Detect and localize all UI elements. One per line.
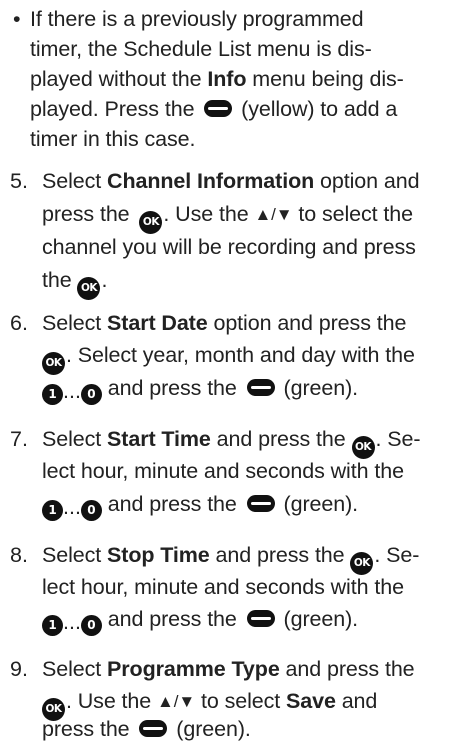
step9-line-3: press the (green).: [42, 717, 251, 741]
step5-line-4: the OK.: [42, 265, 107, 300]
green-button-icon: [246, 610, 275, 627]
step-number: 8.: [10, 543, 28, 567]
step-number: 6.: [10, 311, 28, 335]
note-line-3: played without the Info menu being dis-: [30, 67, 404, 91]
up-down-arrow-icon: ▲/▼: [157, 692, 196, 711]
number-1-button-icon: 1: [42, 500, 63, 521]
step6-line-1: Select Start Date option and press the: [42, 311, 407, 335]
note-line-4: played. Press the (yellow) to add a: [30, 97, 398, 121]
note-line-1: If there is a previously programmed: [30, 7, 364, 31]
step6-line-3: 1... 0 and press the (green).: [42, 373, 358, 406]
step-number: 7.: [10, 427, 28, 451]
step7-line-3: 1... 0 and press the (green).: [42, 489, 358, 522]
manual-page: • If there is a previously programmed ti…: [0, 0, 469, 745]
yellow-button-icon: [204, 100, 233, 117]
green-button-icon: [246, 495, 275, 512]
step-number: 9.: [10, 657, 28, 681]
ok-button-icon: OK: [42, 352, 65, 375]
step5-line-2: press the OK. Use the ▲/▼ to select the: [42, 199, 413, 234]
number-0-button-icon: 0: [80, 384, 102, 405]
number-0-button-icon: 0: [80, 500, 102, 521]
step7-line-2: lect hour, minute and seconds with the: [42, 459, 404, 483]
step5-line-3: channel you will be recording and press: [42, 235, 416, 259]
green-button-icon: [246, 379, 275, 396]
note-line-5: timer in this case.: [30, 127, 196, 151]
step5-line-1: Select Channel Information option and: [42, 169, 420, 193]
step8-line-3: 1... 0 and press the (green).: [42, 604, 358, 637]
note-line-2: timer, the Schedule List menu is dis-: [30, 37, 372, 61]
number-1-button-icon: 1: [42, 615, 63, 636]
bullet-marker: •: [13, 7, 21, 31]
step-number: 5.: [10, 169, 28, 193]
step9-line-1: Select Programme Type and press the: [42, 657, 415, 681]
up-down-arrow-icon: ▲/▼: [254, 205, 293, 224]
info-menu-term: Info: [207, 67, 247, 91]
number-1-button-icon: 1: [42, 384, 63, 405]
ok-button-icon: OK: [77, 277, 101, 300]
green-button-icon: [139, 720, 168, 737]
step6-line-2: OK. Select year, month and day with the: [42, 340, 415, 375]
step8-line-1: Select Stop Time and press the OK. Se-: [42, 540, 419, 575]
step8-line-2: lect hour, minute and seconds with the: [42, 575, 404, 599]
number-0-button-icon: 0: [80, 615, 102, 636]
step7-line-1: Select Start Time and press the OK. Se-: [42, 424, 421, 459]
ok-button-icon: OK: [139, 211, 163, 234]
